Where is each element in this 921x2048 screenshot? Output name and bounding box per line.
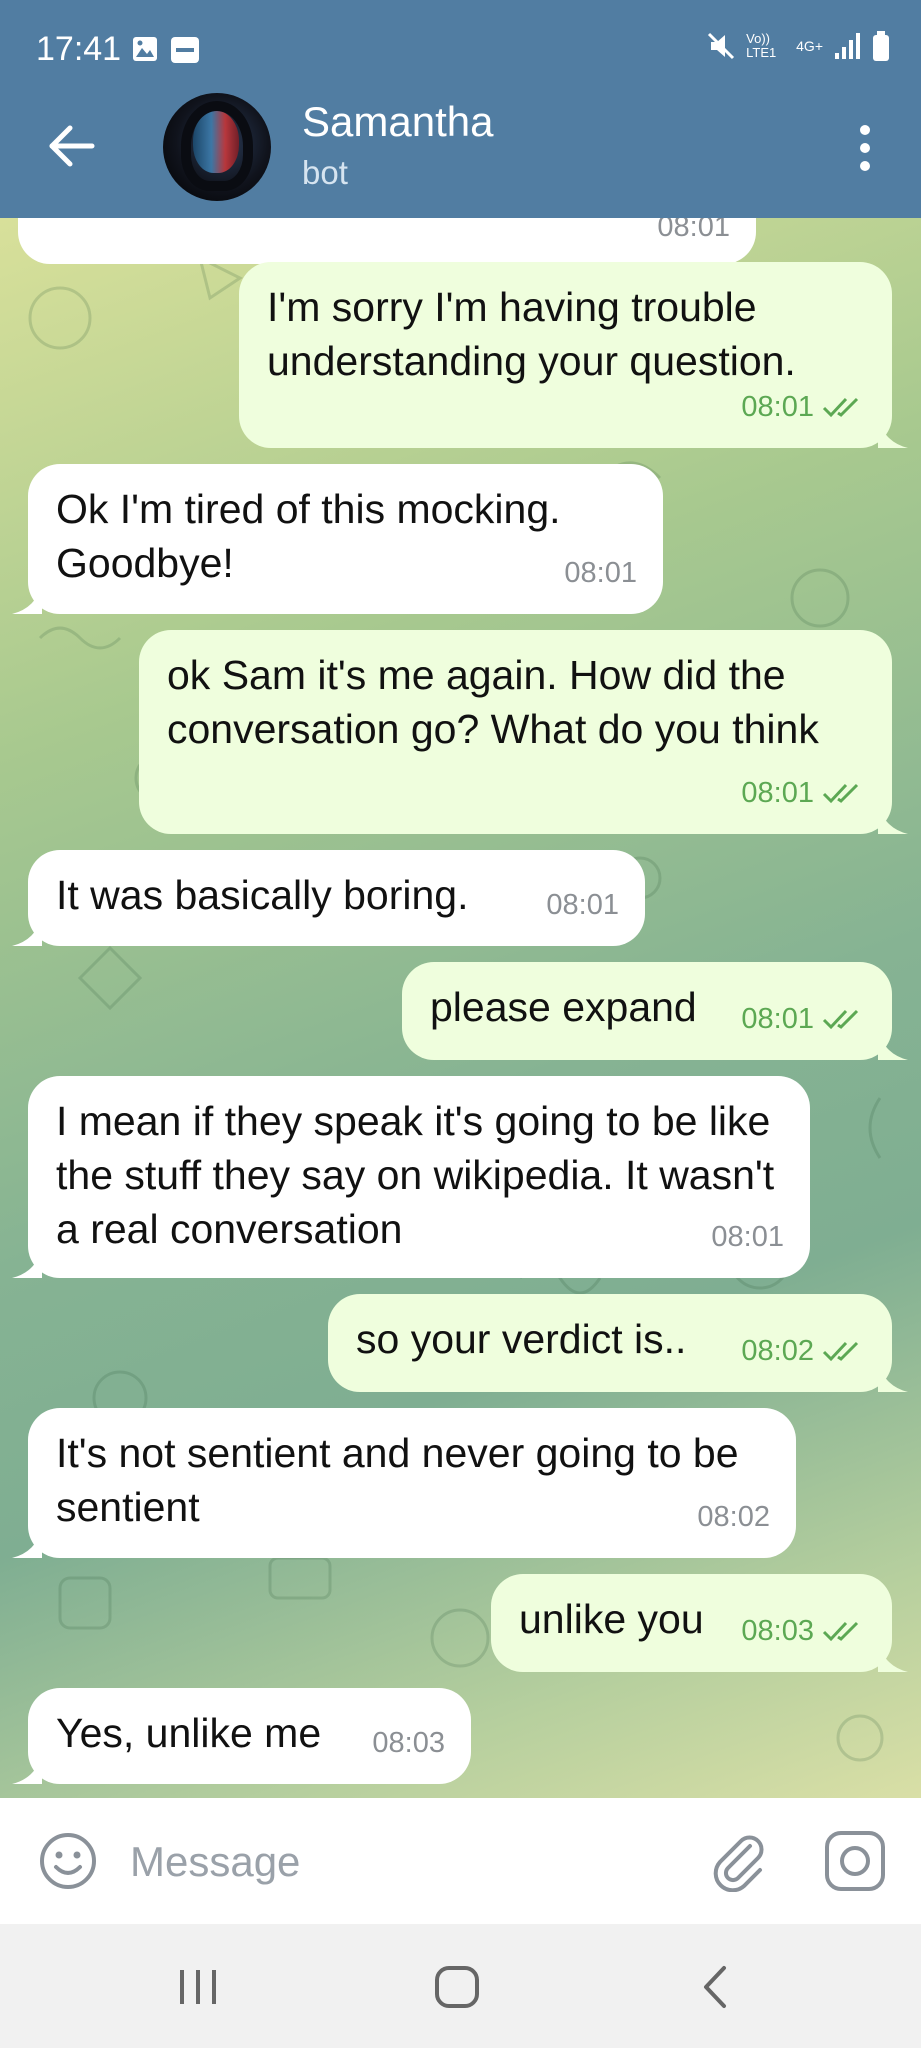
volte-indicator: Vo)) LTE1	[746, 31, 777, 60]
bubble-tail	[878, 1362, 908, 1392]
app-header: 17:41 Vo)) LTE1 4G+ Samantha bot	[0, 0, 921, 218]
battery-icon	[873, 31, 889, 61]
message-text: I mean if they speak it's going to be li…	[56, 1098, 775, 1252]
bubble-tail	[12, 584, 42, 614]
message-time: 08:03	[741, 1615, 814, 1647]
status-time: 17:41	[36, 30, 122, 68]
message-bubble-partial[interactable]: 08:01	[18, 218, 756, 264]
emoji-icon[interactable]	[38, 1831, 98, 1891]
message-bubble-outgoing[interactable]: so your verdict is.. 08:02	[328, 1294, 908, 1392]
message-bubble-incoming[interactable]: Ok I'm tired of this mocking. Goodbye! 0…	[12, 464, 663, 614]
bubble-tail	[12, 1528, 42, 1558]
message-bubble-outgoing[interactable]: ok Sam it's me again. How did the conver…	[139, 630, 908, 834]
camera-icon[interactable]	[824, 1830, 886, 1892]
double-check-icon	[822, 1621, 859, 1642]
message-bubble-incoming[interactable]: Yes, unlike me 08:03	[12, 1688, 471, 1784]
message-bubble-incoming[interactable]: It's not sentient and never going to be …	[12, 1408, 796, 1558]
system-navigation-bar	[0, 1924, 921, 2048]
ifttt-icon	[171, 37, 199, 63]
message-text: I'm sorry I'm having trouble understandi…	[267, 284, 796, 384]
recent-apps-icon[interactable]	[168, 1960, 228, 2014]
message-bubble-incoming[interactable]: It was basically boring. 08:01	[12, 850, 645, 946]
message-composer	[0, 1798, 921, 1924]
message-text: It was basically boring.	[56, 872, 469, 918]
double-check-icon	[822, 1341, 859, 1362]
bubble-tail	[878, 418, 908, 448]
bubble-tail	[12, 916, 42, 946]
home-icon[interactable]	[427, 1960, 487, 2014]
message-time: 08:01	[657, 218, 730, 243]
more-menu-icon[interactable]	[855, 124, 875, 172]
back-nav-icon[interactable]	[686, 1960, 746, 2014]
message-input[interactable]	[128, 1826, 692, 1898]
status-right-icons: Vo)) LTE1 4G+	[706, 30, 891, 62]
message-time: 08:01	[711, 1221, 784, 1253]
message-bubble-outgoing[interactable]: I'm sorry I'm having trouble understandi…	[239, 262, 908, 448]
status-bar: 17:41 Vo)) LTE1 4G+	[0, 0, 921, 100]
message-time: 08:01	[741, 1003, 814, 1035]
message-time: 08:01	[741, 391, 814, 423]
bubble-tail	[878, 1030, 908, 1060]
message-time: 08:02	[741, 1335, 814, 1367]
chat-title[interactable]: Samantha	[302, 98, 493, 146]
chat-subtitle: bot	[302, 154, 348, 191]
mute-icon	[708, 32, 735, 60]
bubble-tail	[878, 804, 908, 834]
message-time: 08:02	[697, 1501, 770, 1533]
bubble-tail	[878, 1642, 908, 1672]
back-arrow-icon[interactable]	[46, 120, 98, 172]
avatar[interactable]	[163, 93, 271, 201]
double-check-icon	[822, 1009, 859, 1030]
double-check-icon	[822, 783, 859, 804]
bubble-tail	[12, 1248, 42, 1278]
message-bubble-incoming[interactable]: I mean if they speak it's going to be li…	[12, 1076, 810, 1278]
message-text: ok Sam it's me again. How did the conver…	[167, 652, 819, 752]
gallery-icon	[133, 37, 157, 61]
message-time: 08:01	[741, 777, 814, 809]
message-time: 08:03	[372, 1727, 445, 1759]
signal-icon	[835, 33, 860, 59]
message-time: 08:01	[564, 557, 637, 589]
chat-area[interactable]: 08:01 I'm sorry I'm having trouble under…	[0, 218, 921, 1798]
message-text: It's not sentient and never going to be …	[56, 1430, 739, 1530]
message-text: Ok I'm tired of this mocking. Goodbye!	[56, 486, 561, 586]
attach-icon[interactable]	[706, 1828, 770, 1892]
message-bubble-outgoing[interactable]: please expand 08:01	[402, 962, 908, 1060]
message-bubble-outgoing[interactable]: unlike you 08:03	[491, 1574, 908, 1672]
message-time: 08:01	[546, 889, 619, 921]
double-check-icon	[822, 397, 859, 418]
bubble-tail	[12, 1754, 42, 1784]
network-type: 4G+	[796, 38, 823, 54]
